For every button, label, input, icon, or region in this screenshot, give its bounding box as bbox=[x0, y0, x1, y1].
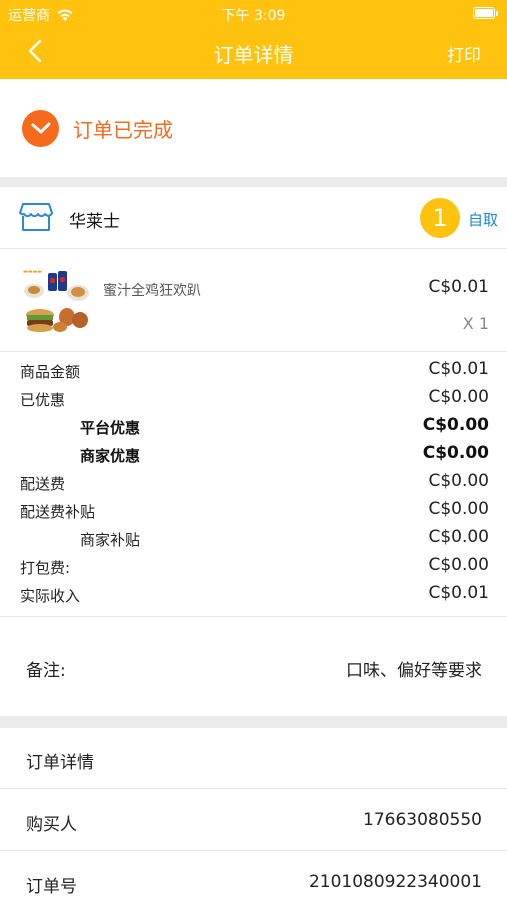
store-icon bbox=[19, 203, 53, 231]
fee-row-delivery: 配送费 C$0.00 bbox=[0, 469, 507, 497]
svg-text:▬▬▬▬: ▬▬▬▬ bbox=[23, 269, 42, 275]
fee-value: C$0.00 bbox=[428, 499, 489, 519]
product-image: ▬▬▬▬ bbox=[20, 265, 92, 335]
fee-row-actual-income: 实际收入 C$0.01 bbox=[0, 581, 507, 609]
fee-value: C$0.01 bbox=[428, 359, 489, 379]
fee-label: 实际收入 bbox=[20, 587, 81, 605]
fee-row-packing: 打包费: C$0.00 bbox=[0, 553, 507, 581]
note-row: 备注: 口味、偏好等要求 bbox=[0, 618, 507, 716]
fee-value: C$0.00 bbox=[428, 471, 489, 491]
page-title: 订单详情 bbox=[213, 43, 294, 67]
fee-row-merchant-discount: 商家优惠 C$0.00 bbox=[0, 441, 507, 469]
fee-breakdown: 商品金额 C$0.01 已优惠 C$0.00 平台优惠 C$0.00 商家优惠 … bbox=[0, 357, 507, 617]
shop-name: 华莱士 bbox=[69, 212, 120, 232]
status-time: 下午 3:09 bbox=[221, 8, 286, 24]
status-bar: 运营商 下午 3:09 bbox=[0, 0, 507, 28]
fee-value: C$0.00 bbox=[428, 387, 489, 407]
order-status-text: 订单已完成 bbox=[73, 117, 173, 142]
product-row[interactable]: ▬▬▬▬ 蜜汁全鸡狂欢趴 C$0.01 X 1 bbox=[0, 250, 507, 352]
fee-value: C$0.00 bbox=[422, 443, 489, 463]
section-divider bbox=[0, 177, 507, 187]
fee-label: 已优惠 bbox=[20, 391, 66, 409]
section-divider bbox=[0, 716, 507, 728]
product-name: 蜜汁全鸡狂欢趴 bbox=[103, 283, 201, 299]
fee-label: 配送费 bbox=[20, 475, 66, 493]
order-number-label: 订单号 bbox=[26, 877, 77, 897]
fee-row-delivery-subsidy: 配送费补贴 C$0.00 bbox=[0, 497, 507, 525]
item-count-badge: 1 bbox=[420, 198, 460, 238]
order-status: 订单已完成 bbox=[0, 79, 507, 177]
fee-row-goods-amount: 商品金额 C$0.01 bbox=[0, 357, 507, 385]
note-value: 口味、偏好等要求 bbox=[346, 661, 482, 681]
fee-value: C$0.00 bbox=[428, 555, 489, 575]
note-label: 备注: bbox=[26, 661, 66, 681]
pickup-label[interactable]: 自取 bbox=[468, 209, 498, 230]
buyer-phone[interactable]: 17663080550 bbox=[363, 810, 482, 830]
fee-row-discounted: 已优惠 C$0.00 bbox=[0, 385, 507, 413]
battery-icon bbox=[473, 7, 498, 19]
fee-label: 配送费补贴 bbox=[20, 503, 96, 521]
fee-label: 打包费: bbox=[20, 559, 71, 577]
back-arrow-icon[interactable] bbox=[24, 38, 50, 64]
fee-label: 平台优惠 bbox=[80, 419, 141, 437]
order-number-value: 2101080922340001 bbox=[308, 872, 482, 892]
product-price: C$0.01 bbox=[428, 277, 489, 297]
shop-header: 华莱士 1 自取 bbox=[0, 187, 507, 249]
buyer-label: 购买人 bbox=[26, 815, 77, 835]
navigation-bar: 订单详情 打印 bbox=[0, 30, 507, 74]
fee-value: C$0.00 bbox=[422, 415, 489, 435]
fee-row-merchant-subsidy: 商家补贴 C$0.00 bbox=[0, 525, 507, 553]
order-number-row: 订单号 2101080922340001 bbox=[0, 852, 507, 900]
buyer-row: 购买人 17663080550 bbox=[0, 790, 507, 851]
fee-value: C$0.00 bbox=[428, 527, 489, 547]
fee-label: 商品金额 bbox=[20, 363, 81, 381]
print-button[interactable]: 打印 bbox=[447, 41, 481, 66]
fee-label: 商家补贴 bbox=[80, 531, 141, 549]
fee-row-platform-discount: 平台优惠 C$0.00 bbox=[0, 413, 507, 441]
fee-value: C$0.01 bbox=[428, 583, 489, 603]
order-details-title: 订单详情 bbox=[26, 753, 94, 773]
top-bar: 运营商 下午 3:09 订单详情 打印 bbox=[0, 0, 507, 79]
product-quantity: X 1 bbox=[462, 314, 489, 333]
fee-label: 商家优惠 bbox=[80, 447, 141, 465]
check-icon bbox=[22, 109, 59, 147]
order-details-header: 订单详情 bbox=[0, 728, 507, 789]
